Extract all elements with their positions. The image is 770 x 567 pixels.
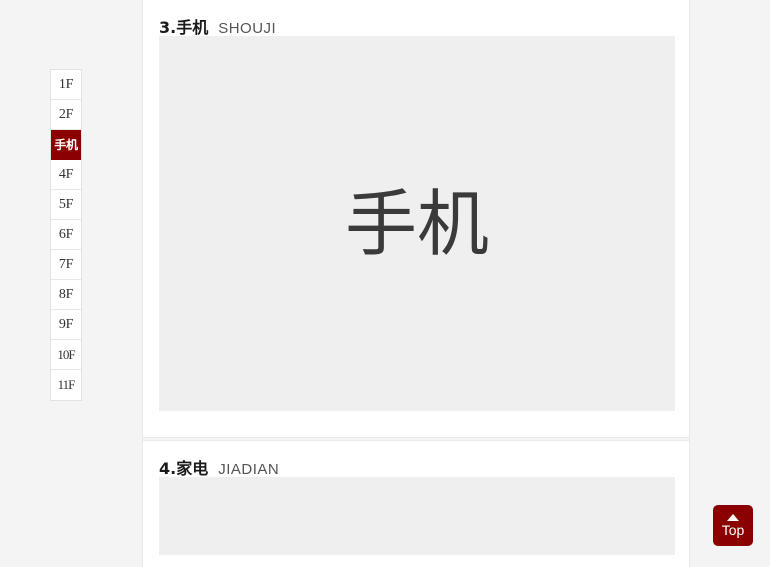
floor-nav-item-shouji[interactable]: 手机 [51, 130, 81, 160]
floor-nav-item-6f[interactable]: 6F [51, 220, 81, 250]
floor-nav-item-7f[interactable]: 7F [51, 250, 81, 280]
floor-nav-item-9f[interactable]: 9F [51, 310, 81, 340]
section-header-shouji: 3.手机 SHOUJI [143, 0, 689, 37]
floor-nav-item-8f[interactable]: 8F [51, 280, 81, 310]
section-header-jiadian: 4.家电 JIADIAN [143, 441, 689, 478]
floor-nav-item-5f[interactable]: 5F [51, 190, 81, 220]
floor-nav-item-4f[interactable]: 4F [51, 160, 81, 190]
page-root: 1F 2F 手机 4F 5F 6F 7F 8F 9F 10F 11F 3.手机 S… [0, 0, 770, 567]
section-jiadian: 4.家电 JIADIAN [143, 441, 689, 567]
section-title-cn-jiadian: 4.家电 [159, 459, 209, 478]
product-placeholder-shouji[interactable]: 手机 [159, 36, 675, 411]
section-title-en-jiadian: JIADIAN [218, 461, 280, 478]
back-to-top-label: Top [721, 522, 745, 538]
back-to-top-button[interactable]: Top [713, 505, 753, 546]
placeholder-label-shouji: 手机 [344, 181, 489, 266]
triangle-up-icon [727, 514, 739, 521]
section-shouji: 3.手机 SHOUJI 手机 [143, 0, 689, 437]
floor-nav-item-10f[interactable]: 10F [51, 340, 81, 370]
floor-nav-item-1f[interactable]: 1F [51, 70, 81, 100]
floor-nav-item-2f[interactable]: 2F [51, 100, 81, 130]
floor-navigation[interactable]: 1F 2F 手机 4F 5F 6F 7F 8F 9F 10F 11F [50, 69, 82, 401]
floor-nav-item-11f[interactable]: 11F [51, 370, 81, 400]
section-title-en-shouji: SHOUJI [218, 20, 277, 37]
section-title-cn-shouji: 3.手机 [159, 18, 209, 37]
product-placeholder-jiadian[interactable] [159, 477, 675, 555]
